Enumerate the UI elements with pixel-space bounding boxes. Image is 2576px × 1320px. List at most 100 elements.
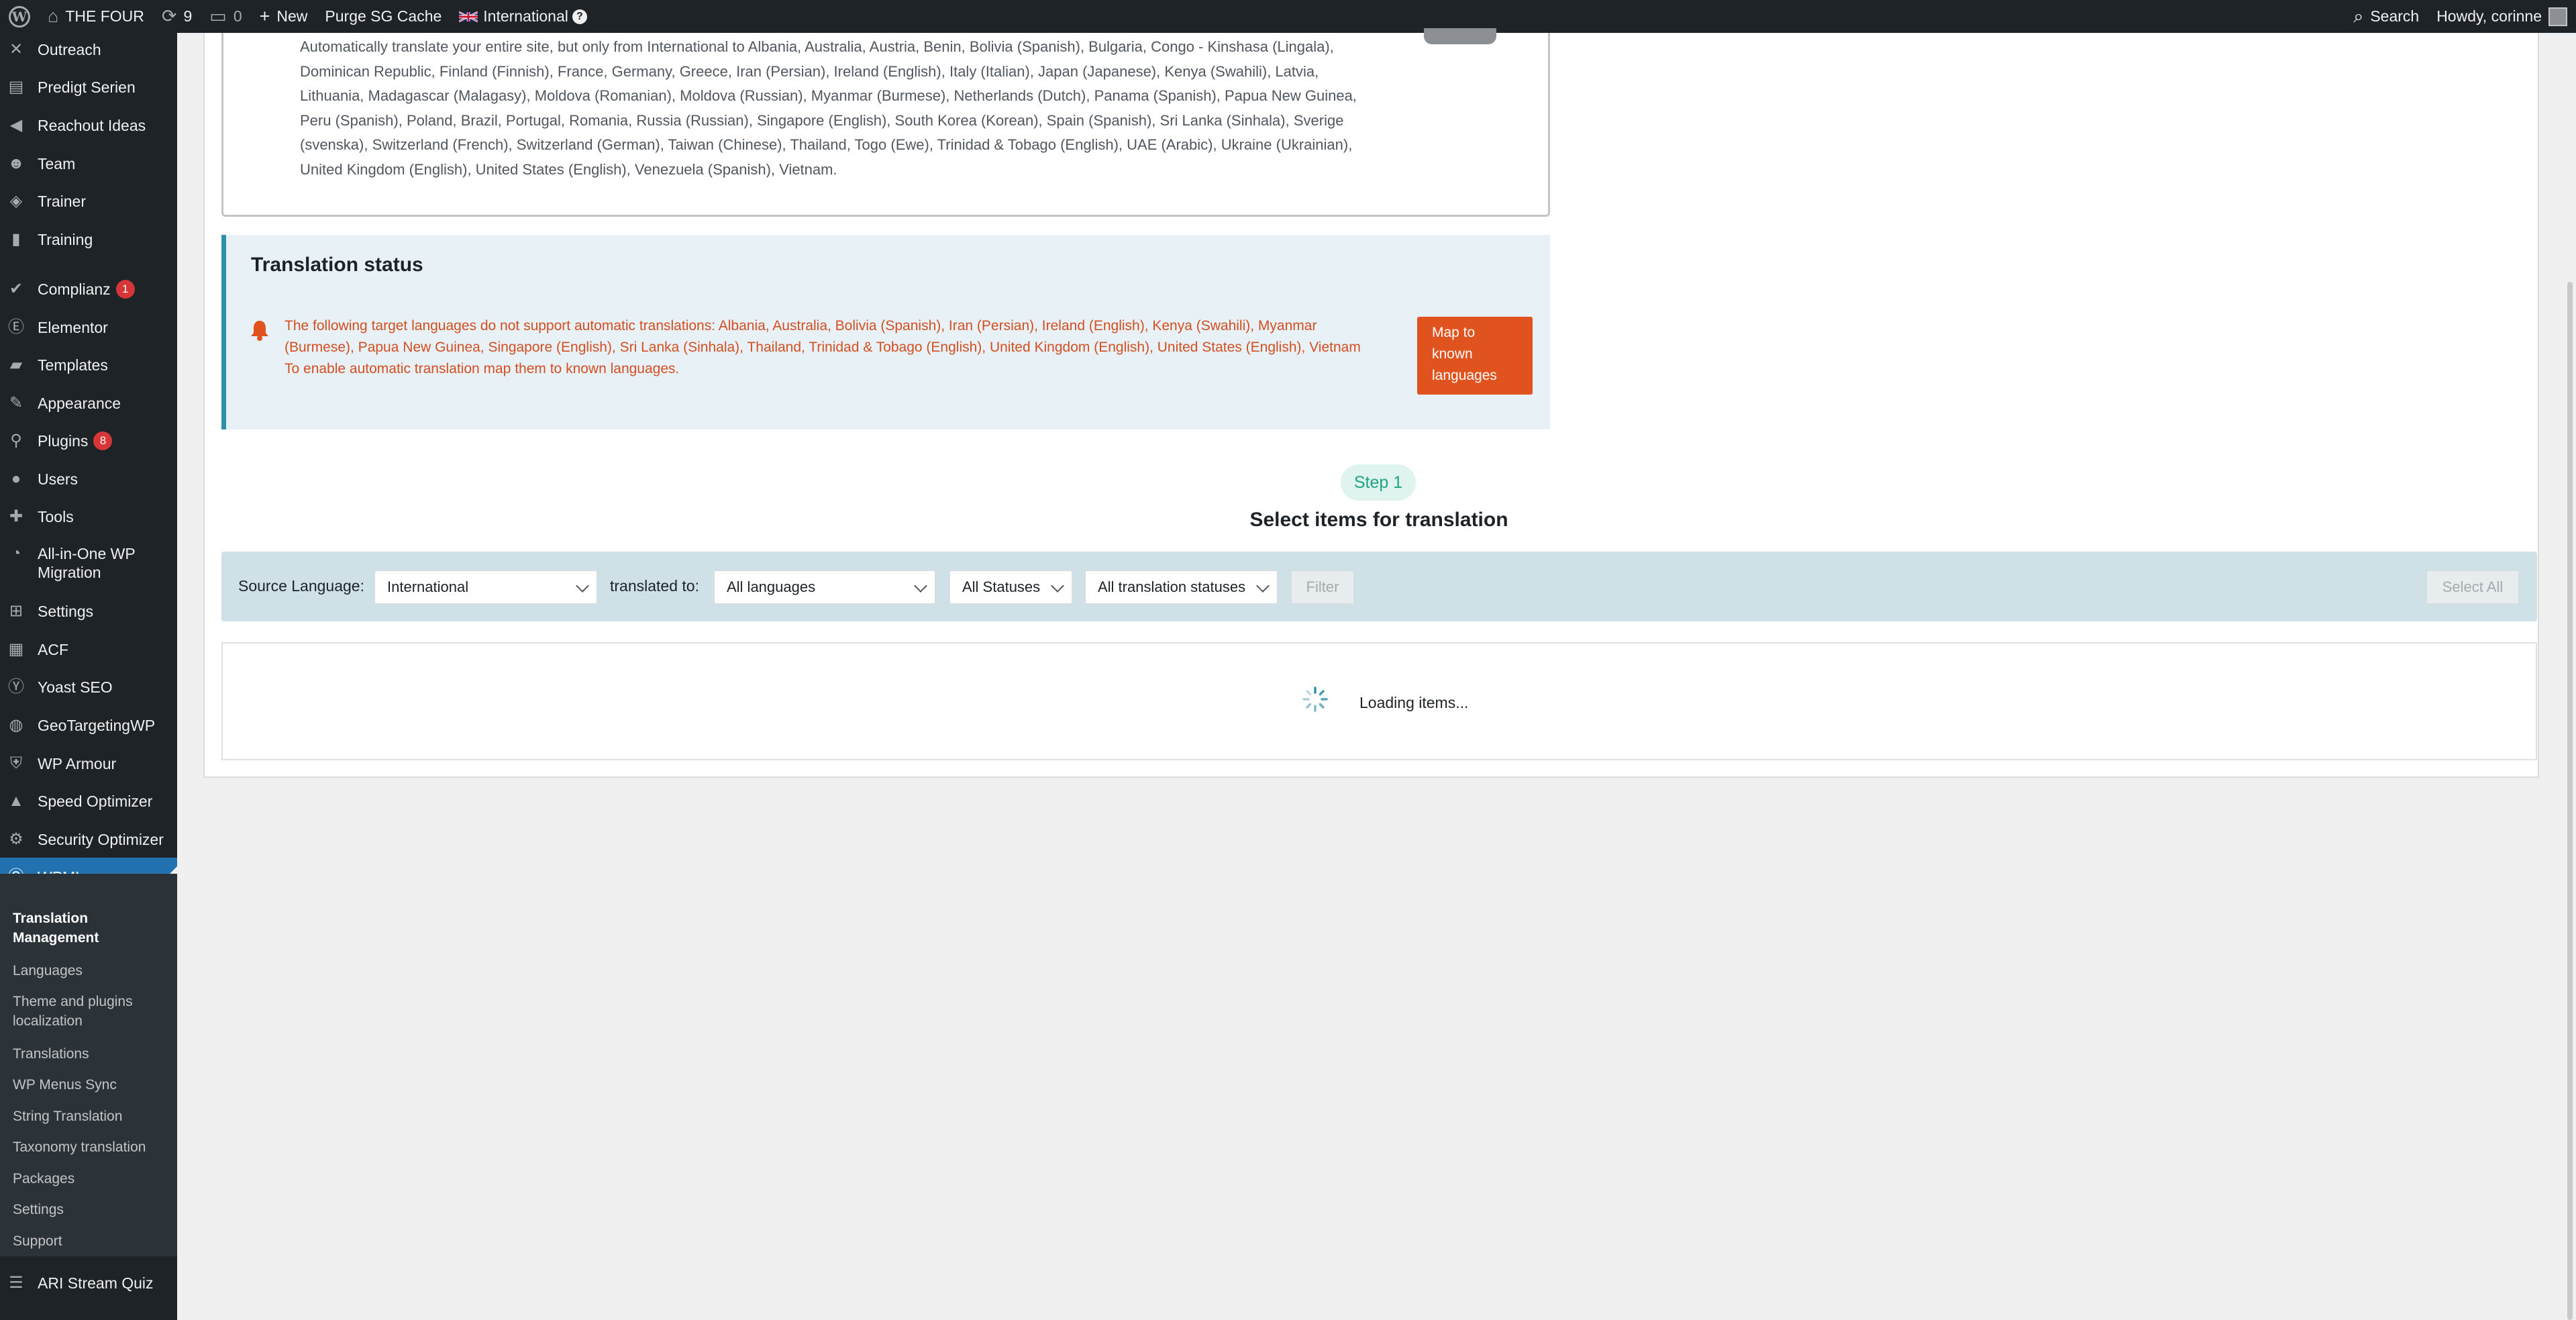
wrench-icon: ✚ bbox=[9, 507, 23, 525]
warning-message: The following target languages do not su… bbox=[285, 318, 1361, 355]
new-content-link[interactable]: + New bbox=[251, 0, 317, 33]
sidebar-item-wp-armour[interactable]: ⛨ WP Armour bbox=[0, 754, 177, 773]
sidebar-item-security-optimizer[interactable]: ⚙ Security Optimizer bbox=[0, 830, 177, 849]
sidebar-item-outreach[interactable]: ✕ Outreach bbox=[0, 40, 177, 59]
submenu-support[interactable]: Support bbox=[13, 1231, 170, 1251]
sidebar-item-label: Tools bbox=[38, 508, 74, 525]
auto-translate-toggle[interactable] bbox=[1424, 28, 1496, 44]
search-button[interactable]: ⌕ Search bbox=[2345, 0, 2428, 33]
auto-translate-description: Automatically translate your entire site… bbox=[300, 38, 1357, 178]
notification-badge: 1 bbox=[115, 280, 135, 299]
sidebar-item-trainer[interactable]: ◈ Trainer bbox=[0, 192, 177, 211]
status-value: All Statuses bbox=[962, 578, 1041, 595]
sidebar-item-acf[interactable]: ▦ ACF bbox=[0, 640, 177, 659]
sidebar-item-label: Users bbox=[38, 470, 79, 488]
sidebar-item-label: Templates bbox=[38, 356, 108, 374]
folder-icon: ▰ bbox=[9, 356, 23, 374]
target-language-select[interactable]: All languages bbox=[714, 570, 935, 604]
sidebar-item-yoast-seo[interactable]: Ⓨ Yoast SEO bbox=[0, 678, 177, 697]
translation-status-value: All translation statuses bbox=[1098, 578, 1246, 595]
sidebar-item-label: Outreach bbox=[38, 41, 101, 58]
sidebar-item-speed-optimizer[interactable]: ▲ Speed Optimizer bbox=[0, 792, 177, 811]
chevron-down-icon bbox=[1051, 579, 1064, 593]
sidebar-item-settings[interactable]: ⊞ Settings bbox=[0, 602, 177, 621]
purge-cache-link[interactable]: Purge SG Cache bbox=[316, 0, 450, 33]
site-name: THE FOUR bbox=[65, 7, 144, 25]
help-icon: ? bbox=[572, 9, 587, 24]
sidebar-item-predigt-serien[interactable]: ▤ Predigt Serien bbox=[0, 78, 177, 97]
comments-link[interactable]: ▭ 0 bbox=[201, 0, 250, 33]
submenu-string-translation[interactable]: String Translation bbox=[13, 1107, 170, 1126]
notification-badge: 8 bbox=[93, 431, 113, 450]
submenu-wp-menus-sync[interactable]: WP Menus Sync bbox=[13, 1075, 170, 1095]
sidebar-item-label: Plugins bbox=[38, 432, 89, 450]
sidebar-item-geotargetingwp[interactable]: ◍ GeoTargetingWP bbox=[0, 716, 177, 735]
translation-status-title: Translation status bbox=[251, 254, 423, 276]
home-icon: ⌂ bbox=[48, 6, 59, 26]
sidebar-item-complianz[interactable]: ✔ Complianz 1 bbox=[0, 280, 177, 299]
sidebar-item-appearance[interactable]: ✎ Appearance bbox=[0, 394, 177, 413]
sidebar-item-label: Speed Optimizer bbox=[38, 793, 153, 810]
check-icon: ✔ bbox=[9, 280, 23, 298]
search-label: Search bbox=[2370, 7, 2420, 25]
loading-spinner-icon bbox=[1302, 687, 1328, 712]
sidebar-item-templates[interactable]: ▰ Templates bbox=[0, 356, 177, 374]
status-select[interactable]: All Statuses bbox=[949, 570, 1072, 604]
updates-link[interactable]: ⟳ 9 bbox=[153, 0, 201, 33]
sidebar-item-label: Yoast SEO bbox=[38, 678, 113, 696]
translation-status-select[interactable]: All translation statuses bbox=[1085, 570, 1278, 604]
source-language-select[interactable]: International bbox=[374, 570, 597, 604]
submenu-theme-plugins-localization[interactable]: Theme and plugins localization bbox=[13, 992, 170, 1031]
select-all-button[interactable]: Select All bbox=[2426, 570, 2519, 604]
submenu-languages[interactable]: Languages bbox=[13, 961, 170, 980]
sidebar-item-all-in-one-migration[interactable]: ◔ All-in-One WP Migration bbox=[0, 544, 177, 582]
page-scrollbar[interactable] bbox=[2567, 282, 2573, 1320]
wordpress-icon: W bbox=[9, 5, 30, 28]
sidebar-item-label: Settings bbox=[38, 603, 94, 620]
sidebar-item-users[interactable]: ● Users bbox=[0, 470, 177, 489]
chevron-down-icon bbox=[1256, 579, 1270, 593]
sidebar-item-tools[interactable]: ✚ Tools bbox=[0, 507, 177, 526]
map-to-known-languages-button[interactable]: Map to known languages bbox=[1417, 317, 1533, 395]
sidebar-item-label: Training bbox=[38, 231, 93, 248]
sidebar-item-label: ACF bbox=[38, 641, 68, 658]
migration-icon: ◔ bbox=[11, 544, 21, 562]
table-icon: ▦ bbox=[8, 640, 24, 658]
search-icon: ⌕ bbox=[2353, 6, 2364, 26]
updates-count: 9 bbox=[183, 7, 193, 25]
sidebar-item-ari-stream-quiz[interactable]: ☰ ARI Stream Quiz bbox=[0, 1274, 177, 1292]
filter-button[interactable]: Filter bbox=[1291, 570, 1354, 604]
sidebar-item-label: GeoTargetingWP bbox=[38, 717, 156, 734]
sidebar-item-elementor[interactable]: Ⓔ Elementor bbox=[0, 318, 177, 337]
brush-icon: ✎ bbox=[9, 394, 23, 412]
sidebar-item-label: Team bbox=[38, 155, 76, 172]
site-name-link[interactable]: ⌂ THE FOUR bbox=[39, 0, 153, 33]
submenu-translations[interactable]: Translations bbox=[13, 1044, 170, 1064]
sidebar-item-label: Complianz bbox=[38, 281, 111, 298]
sidebar-item-label: Elementor bbox=[38, 319, 108, 336]
sidebar-item-reachout-ideas[interactable]: ◀ Reachout Ideas bbox=[0, 116, 177, 135]
team-icon: ☻ bbox=[7, 154, 25, 172]
refresh-icon: ⟳ bbox=[161, 6, 177, 26]
sidebar-item-label: Reachout Ideas bbox=[38, 117, 146, 134]
sidebar-item-label: WP Armour bbox=[38, 755, 117, 772]
plugin-icon: ⚲ bbox=[10, 431, 22, 450]
purge-label: Purge SG Cache bbox=[325, 7, 442, 25]
user-account-menu[interactable]: Howdy, corinne bbox=[2428, 0, 2576, 33]
sidebar-item-label: All-in-One WP Migration bbox=[38, 545, 136, 581]
submenu-taxonomy-translation[interactable]: Taxonomy translation bbox=[13, 1137, 170, 1157]
language-switcher[interactable]: International ? bbox=[450, 0, 596, 33]
submenu-settings[interactable]: Settings bbox=[13, 1200, 170, 1219]
sidebar-item-label: Predigt Serien bbox=[38, 79, 136, 96]
howdy-label: Howdy, corinne bbox=[2436, 7, 2542, 25]
wordpress-logo-button[interactable]: W bbox=[0, 0, 39, 33]
sidebar-item-training[interactable]: ▮ Training bbox=[0, 230, 177, 249]
sidebar-item-label: Security Optimizer bbox=[38, 831, 164, 848]
unsupported-languages-warning: The following target languages do not su… bbox=[285, 315, 1378, 380]
submenu-translation-management[interactable]: Translation Management bbox=[13, 909, 170, 948]
submenu-packages[interactable]: Packages bbox=[13, 1169, 170, 1188]
sidebar-item-plugins[interactable]: ⚲ Plugins 8 bbox=[0, 431, 177, 450]
comment-icon: ▭ bbox=[209, 6, 227, 26]
sidebar-item-team[interactable]: ☻ Team bbox=[0, 154, 177, 173]
shield-icon: ⛨ bbox=[10, 754, 22, 772]
